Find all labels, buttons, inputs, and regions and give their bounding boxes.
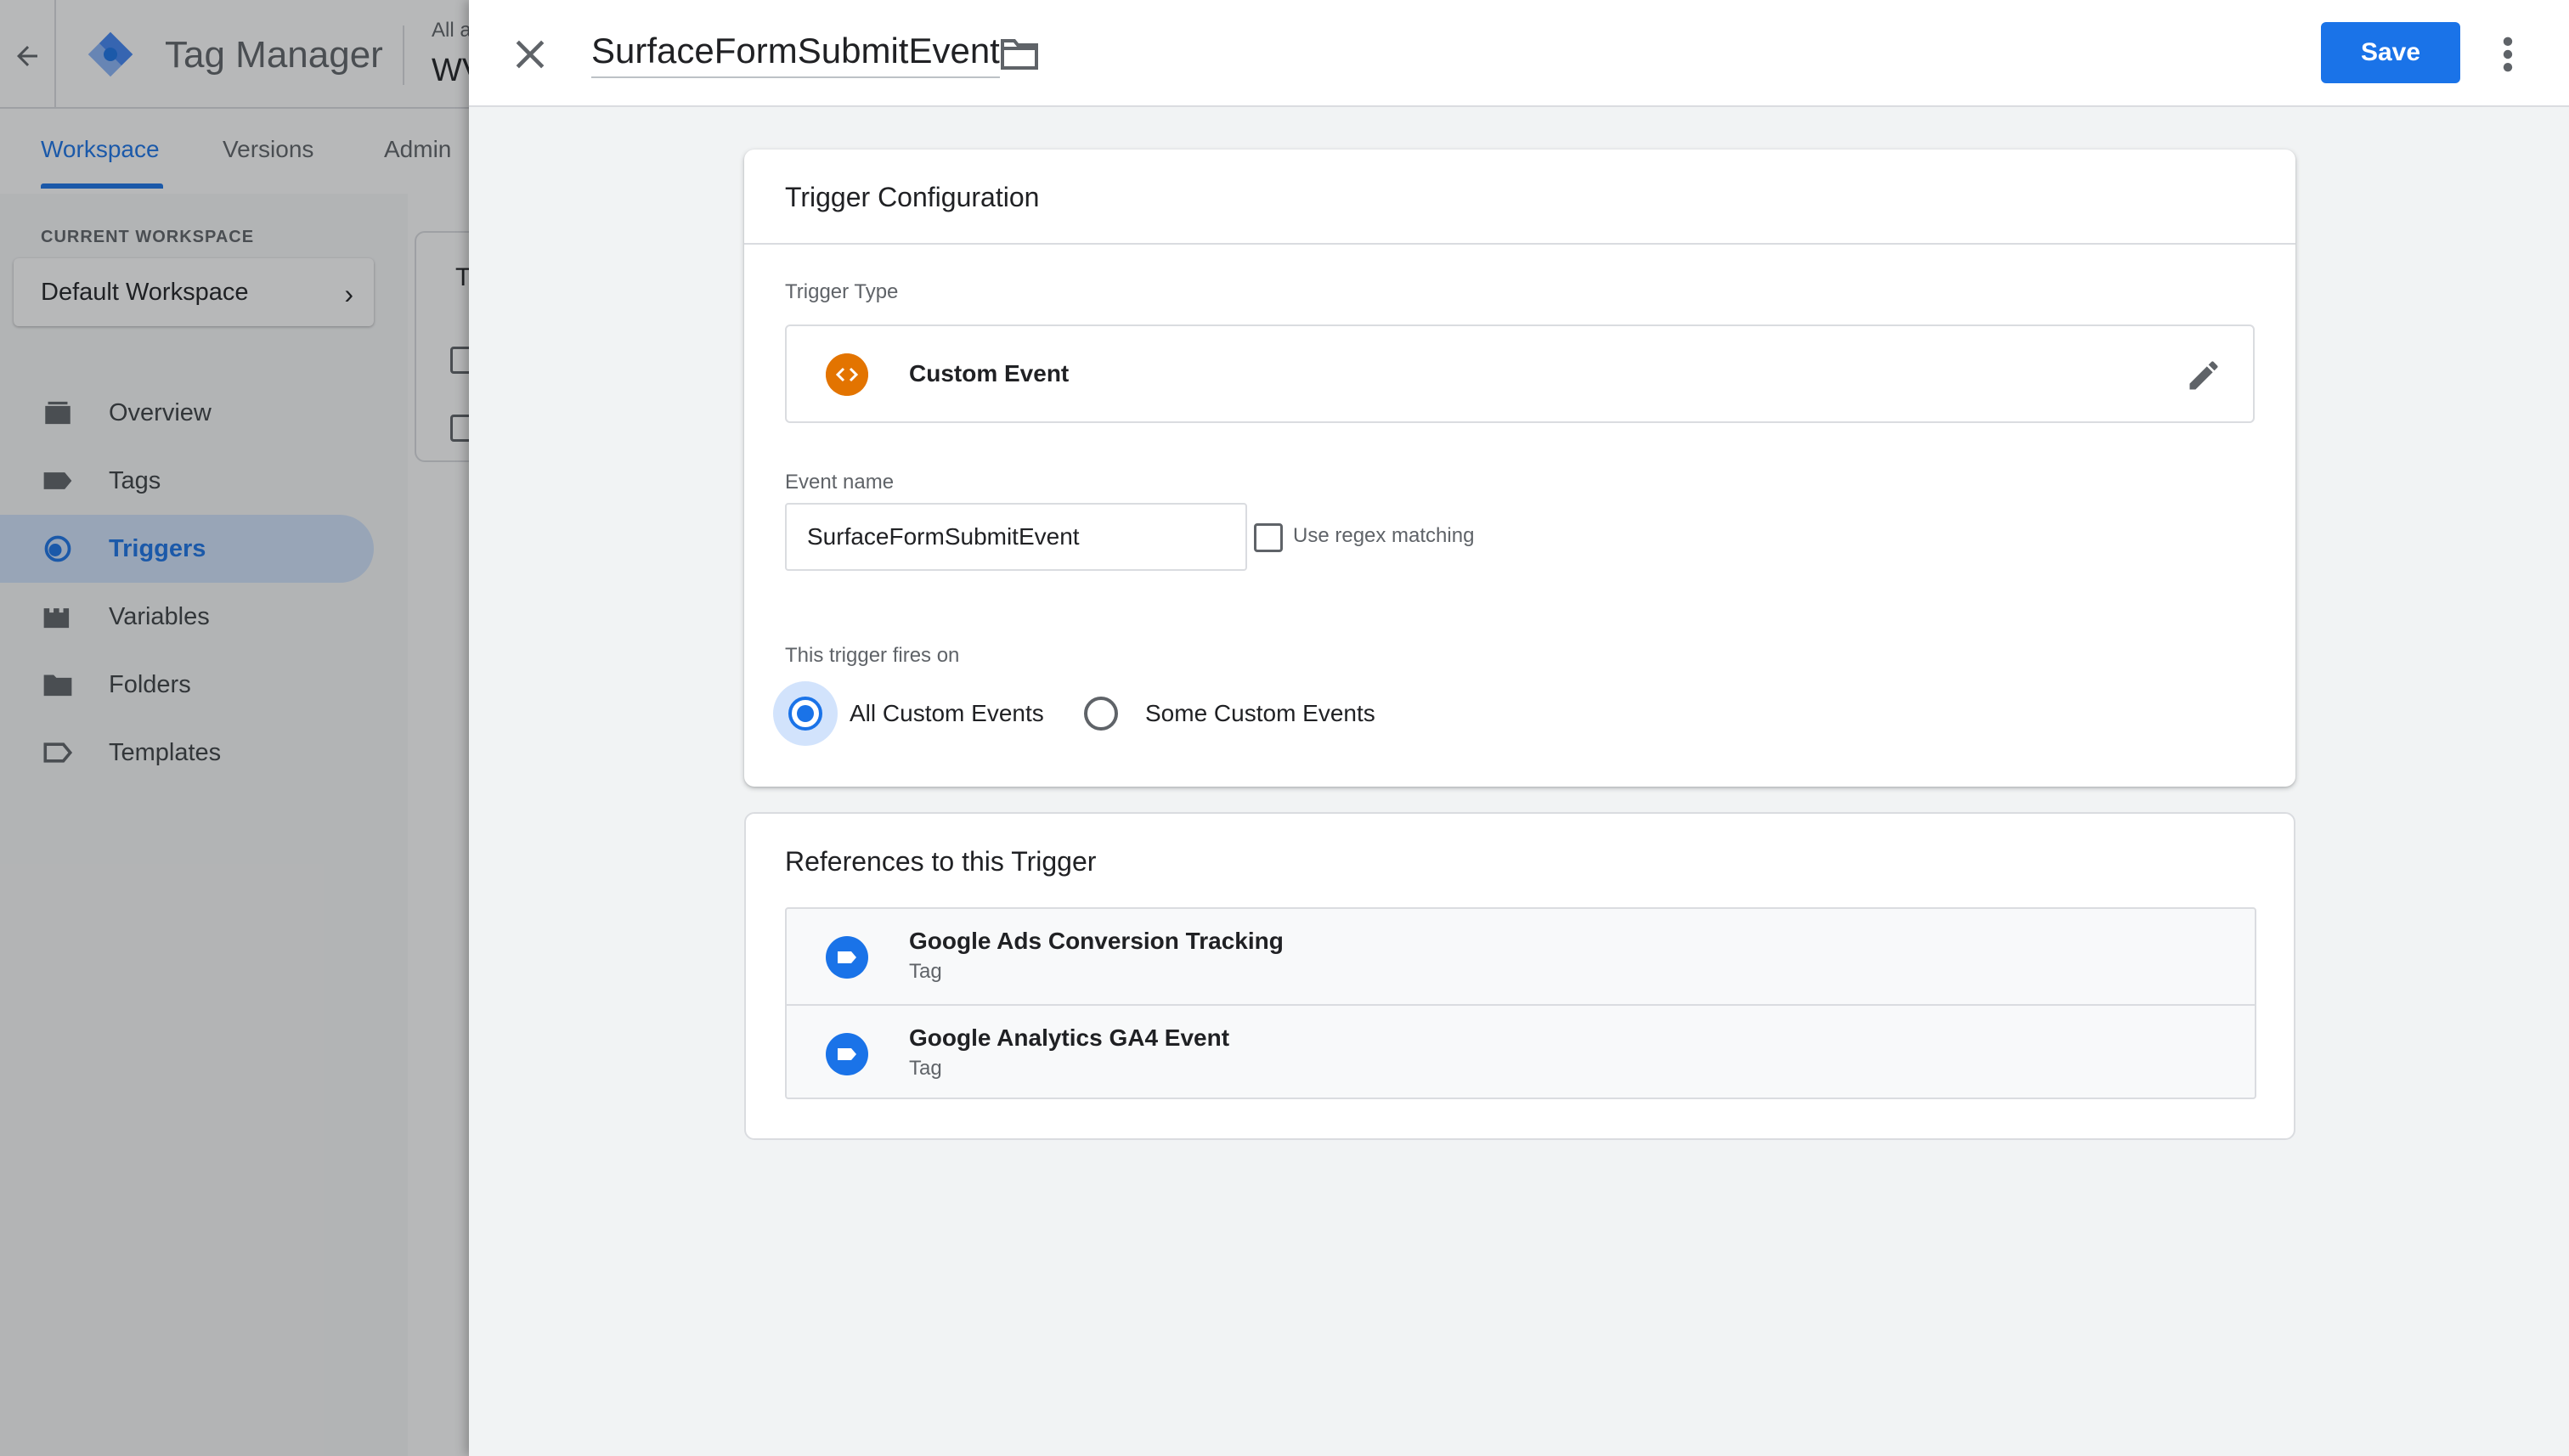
trigger-type-label: Trigger Type <box>785 280 899 303</box>
regex-matching-label: Use regex matching <box>1293 524 1475 547</box>
references-card: References to this Trigger Google Ads Co… <box>744 812 2295 1140</box>
regex-matching-checkbox[interactable] <box>1254 523 1283 552</box>
trigger-editor-panel: SurfaceFormSubmitEvent Save Trigger Conf… <box>469 0 2569 1456</box>
fires-on-label: This trigger fires on <box>785 644 960 667</box>
edit-pencil-icon[interactable] <box>2185 357 2222 394</box>
reference-name: Google Analytics GA4 Event <box>909 1024 1230 1051</box>
reference-type: Tag <box>909 960 942 983</box>
radio-all-custom-events[interactable] <box>788 697 822 731</box>
card-title: Trigger Configuration <box>785 182 1040 212</box>
list-item[interactable]: Google Analytics GA4 Event Tag <box>787 1004 2255 1099</box>
event-name-label: Event name <box>785 471 895 494</box>
folder-icon[interactable] <box>999 36 1040 73</box>
modal-scrim[interactable] <box>0 0 469 1456</box>
reference-type: Tag <box>909 1057 942 1080</box>
event-name-input[interactable] <box>785 503 1247 571</box>
list-item[interactable]: Google Ads Conversion Tracking Tag <box>787 909 2255 1004</box>
card-divider <box>744 243 2295 245</box>
more-vert-icon[interactable] <box>2491 32 2525 76</box>
reference-name: Google Ads Conversion Tracking <box>909 928 1284 954</box>
trigger-configuration-card: Trigger Configuration Trigger Type Custo… <box>744 150 2295 787</box>
trigger-type-value: Custom Event <box>909 360 1070 387</box>
radio-label: Some Custom Events <box>1145 700 1375 726</box>
custom-event-icon <box>826 353 868 396</box>
radio-label: All Custom Events <box>850 700 1044 726</box>
card-title: References to this Trigger <box>785 846 1097 877</box>
close-icon[interactable] <box>506 31 554 78</box>
tag-icon <box>826 1033 868 1075</box>
radio-some-custom-events[interactable] <box>1084 697 1118 731</box>
references-list: Google Ads Conversion Tracking Tag Googl… <box>785 907 2256 1099</box>
save-button[interactable]: Save <box>2321 22 2460 83</box>
trigger-type-selector[interactable]: Custom Event <box>785 324 2255 423</box>
tag-icon <box>826 936 868 979</box>
trigger-name-field[interactable]: SurfaceFormSubmitEvent <box>591 31 1000 78</box>
panel-header: SurfaceFormSubmitEvent Save <box>469 0 2569 107</box>
